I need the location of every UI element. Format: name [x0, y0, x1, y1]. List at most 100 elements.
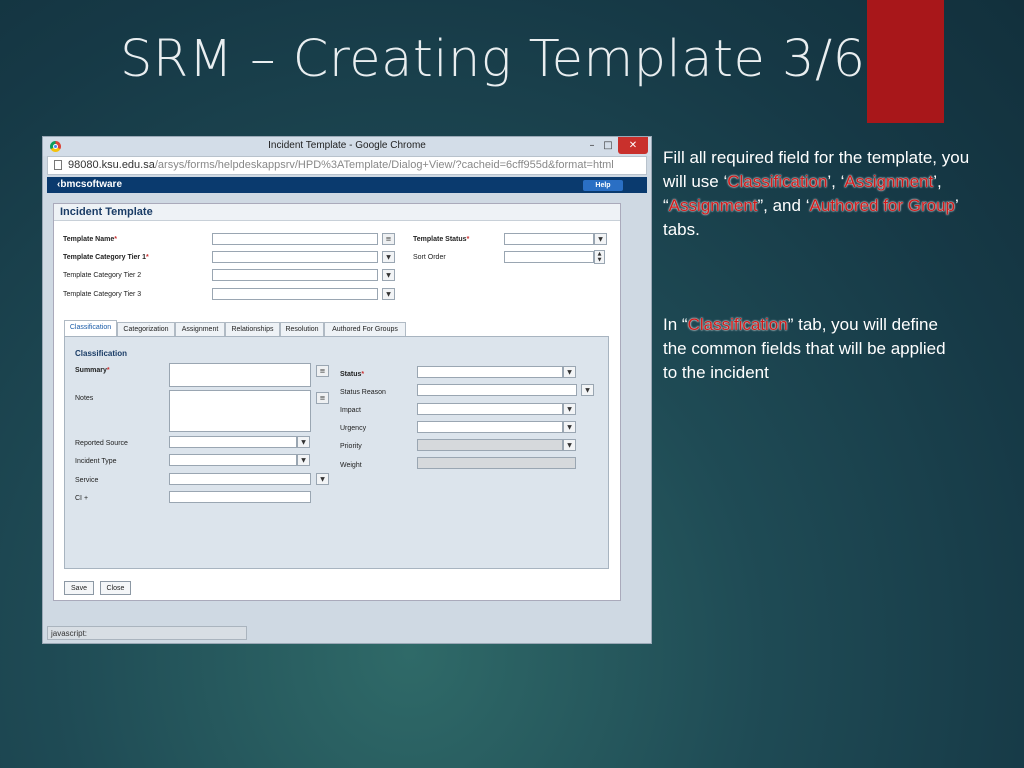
chevron-down-icon[interactable]: ▼ — [382, 288, 395, 300]
urgency-label: Urgency — [340, 425, 367, 432]
weight-field — [417, 457, 576, 469]
status-bar: javascript: — [47, 626, 247, 640]
page-icon — [54, 160, 62, 170]
window-title: Incident Template - Google Chrome — [268, 140, 426, 151]
ci-input[interactable] — [169, 491, 311, 503]
status-label-text: Status — [340, 371, 362, 378]
sort-order-label: Sort Order — [413, 254, 446, 261]
impact-select[interactable] — [417, 403, 563, 415]
bmc-logo: ‹bmcsoftware — [57, 179, 123, 190]
tier2-select[interactable] — [212, 269, 378, 281]
hl-authored-for-group: Authored for Group — [809, 196, 956, 215]
maximize-button[interactable]: □ — [599, 137, 617, 154]
window-titlebar[interactable]: Incident Template - Google Chrome – □ ✕ — [43, 137, 651, 156]
template-name-menu-button[interactable]: ≡ — [382, 233, 395, 245]
status-select[interactable] — [417, 366, 563, 378]
incident-template-form: Incident Template Template Name* ≡ Templ… — [53, 203, 621, 601]
hl-classification: Classification — [727, 172, 828, 191]
chevron-down-icon[interactable]: ▼ — [316, 473, 329, 485]
reported-source-select[interactable] — [169, 436, 297, 448]
tab-relationships[interactable]: Relationships — [225, 322, 280, 336]
chevron-down-icon[interactable]: ▼ — [297, 436, 310, 448]
notes-menu-button[interactable]: ≡ — [316, 392, 329, 404]
required-mark: * — [361, 371, 365, 378]
service-label: Service — [75, 477, 99, 484]
chevron-down-icon[interactable]: ▼ — [563, 439, 576, 451]
urgency-select[interactable] — [417, 421, 563, 433]
status-label: Status* — [340, 371, 364, 378]
p1-text-d: ”, and ‘ — [757, 196, 810, 215]
template-status-label: Template Status* — [413, 236, 469, 243]
url-path: /arsys/forms/helpdeskappsrv/HPD%3ATempla… — [154, 159, 614, 171]
template-name-label: Template Name* — [63, 236, 117, 243]
tier3-select[interactable] — [212, 288, 378, 300]
chevron-down-icon[interactable]: ▼ — [581, 384, 594, 396]
slide-title: SRM – Creating Template 3/6 — [120, 30, 866, 89]
summary-label-text: Summary — [75, 367, 107, 374]
hl-classification-tab: Classification — [687, 315, 788, 334]
tab-classification[interactable]: Classification — [64, 320, 117, 336]
chevron-down-icon[interactable]: ▼ — [594, 233, 607, 245]
chevron-down-icon[interactable]: ▼ — [563, 421, 576, 433]
hl-assignment-2: Assignment — [668, 196, 758, 215]
tab-categorization[interactable]: Categorization — [117, 322, 175, 336]
chevron-down-icon[interactable]: ▼ — [297, 454, 310, 466]
hl-assignment-1: Assignment — [844, 172, 934, 191]
template-name-input[interactable] — [212, 233, 378, 245]
tier2-label: Template Category Tier 2 — [63, 272, 142, 279]
summary-label: Summary* — [75, 367, 110, 374]
required-mark: * — [466, 236, 470, 243]
instruction-paragraph: Fill all required field for the template… — [663, 146, 993, 242]
reported-source-label: Reported Source — [75, 440, 128, 447]
url-host: 98080.ksu.edu.sa — [68, 159, 155, 171]
tier1-select[interactable] — [212, 251, 378, 263]
template-status-label-text: Template Status — [413, 236, 467, 243]
address-bar[interactable]: 98080.ksu.edu.sa/arsys/forms/helpdeskapp… — [47, 156, 647, 175]
form-header: Incident Template — [54, 204, 620, 221]
impact-label: Impact — [340, 407, 362, 414]
accent-bar — [867, 0, 944, 123]
ci-label: CI + — [75, 495, 89, 502]
p1-text-b: ’, ‘ — [827, 172, 845, 191]
tab-authored-for-groups[interactable]: Authored For Groups — [324, 322, 406, 336]
help-button[interactable]: Help — [583, 180, 623, 191]
classification-panel: Classification Summary* ≡ Notes ≡ Report… — [64, 336, 609, 569]
sort-order-input[interactable] — [504, 251, 594, 263]
tab-assignment[interactable]: Assignment — [175, 322, 225, 336]
summary-input[interactable] — [169, 363, 311, 387]
service-input[interactable] — [169, 473, 311, 485]
required-mark: * — [146, 254, 149, 261]
sort-order-spinner[interactable]: ▲ ▼ — [594, 250, 605, 264]
required-mark: * — [106, 367, 110, 374]
save-button[interactable]: Save — [64, 581, 94, 595]
notes-label: Notes — [75, 395, 94, 402]
weight-label: Weight — [340, 462, 362, 469]
tier3-label: Template Category Tier 3 — [63, 291, 142, 298]
status-reason-label: Status Reason — [340, 389, 386, 396]
tab-resolution[interactable]: Resolution — [280, 322, 324, 336]
tier1-label-text: Template Category Tier 1 — [63, 254, 146, 261]
classification-paragraph: In “Classification” tab, you will define… — [663, 313, 963, 385]
incident-type-select[interactable] — [169, 454, 297, 466]
chevron-down-icon[interactable]: ▼ — [382, 269, 395, 281]
close-button[interactable]: Close — [100, 581, 131, 595]
required-mark: * — [114, 236, 117, 243]
status-reason-select[interactable] — [417, 384, 577, 396]
summary-menu-button[interactable]: ≡ — [316, 365, 329, 377]
section-title: Classification — [75, 349, 128, 358]
priority-field — [417, 439, 563, 451]
chevron-down-icon[interactable]: ▼ — [563, 366, 576, 378]
close-window-button[interactable]: ✕ — [618, 137, 648, 154]
incident-type-label: Incident Type — [75, 458, 117, 465]
notes-textarea[interactable] — [169, 390, 311, 432]
priority-label: Priority — [340, 443, 362, 450]
chevron-down-icon[interactable]: ▼ — [382, 251, 395, 263]
p2-text-a: In “ — [663, 315, 688, 334]
chevron-down-icon[interactable]: ▼ — [563, 403, 576, 415]
template-name-label-text: Template Name — [63, 236, 115, 243]
bmc-header-bar: ‹bmcsoftware Help — [47, 177, 647, 193]
spin-down-icon[interactable]: ▼ — [595, 257, 604, 263]
browser-window: Incident Template - Google Chrome – □ ✕ … — [42, 136, 652, 644]
template-status-select[interactable] — [504, 233, 594, 245]
tier1-label: Template Category Tier 1* — [63, 254, 149, 261]
